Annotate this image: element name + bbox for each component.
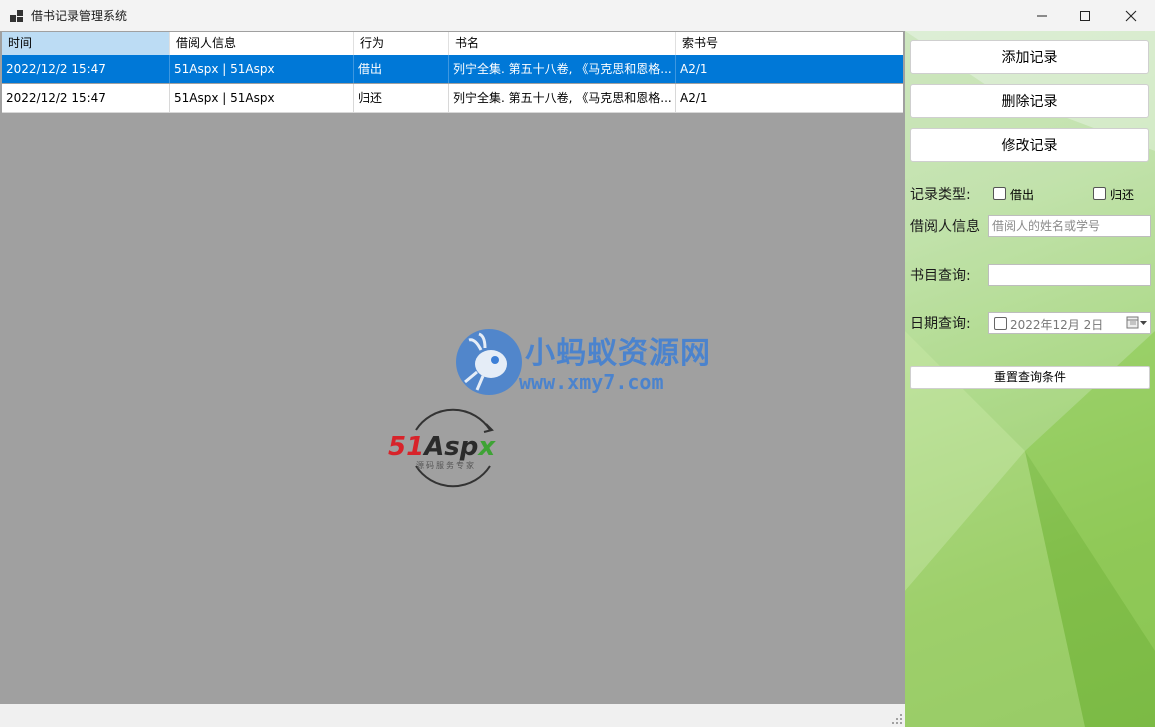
record-type-label: 记录类型: [910, 187, 971, 203]
borrower-input[interactable] [988, 215, 1151, 237]
minimize-button[interactable] [1019, 0, 1065, 31]
minimize-icon [1037, 15, 1047, 16]
return-checkbox[interactable] [1093, 187, 1106, 200]
borrow-checkbox-label[interactable]: 借出 [1010, 186, 1034, 203]
table-row[interactable]: 2022/12/2 15:47 51Aspx | 51Aspx 归还 列宁全集.… [2, 84, 903, 113]
return-checkbox-label[interactable]: 归还 [1110, 186, 1134, 203]
cell-borrower[interactable]: 51Aspx | 51Aspx [170, 55, 354, 83]
edit-record-button[interactable]: 修改记录 [910, 128, 1149, 162]
cell-callno[interactable]: A2/1 [676, 55, 903, 83]
delete-record-button[interactable]: 删除记录 [910, 84, 1149, 118]
cell-action[interactable]: 借出 [354, 55, 449, 83]
date-enable-checkbox[interactable] [994, 317, 1007, 330]
cell-time[interactable]: 2022/12/2 15:47 [2, 84, 170, 112]
watermark-site-url: www.xmy7.com [519, 370, 664, 394]
resize-grip-icon[interactable] [891, 713, 903, 725]
cell-borrower[interactable]: 51Aspx | 51Aspx [170, 84, 354, 112]
watermark-site-name: 小蚂蚁资源网 [525, 336, 711, 371]
control-panel: 添加记录 删除记录 修改记录 记录类型: 借出 归还 借阅人信息 书目查询: 日… [905, 31, 1155, 727]
reset-query-button[interactable]: 重置查询条件 [910, 366, 1150, 389]
status-bar [0, 704, 905, 727]
column-header-action[interactable]: 行为 [354, 32, 449, 55]
add-record-button[interactable]: 添加记录 [910, 40, 1149, 74]
close-button[interactable] [1108, 0, 1154, 31]
watermark-tagline: 源码服务专家 [416, 461, 476, 470]
ant-logo-icon [456, 329, 522, 395]
book-query-input[interactable] [988, 264, 1151, 286]
borrower-label: 借阅人信息 [910, 219, 980, 235]
title-bar: 借书记录管理系统 [0, 0, 1155, 31]
cell-book[interactable]: 列宁全集. 第五十八卷, 《马克思和恩格... [449, 55, 676, 83]
grid-header: 时间 借阅人信息 行为 书名 索书号 [2, 32, 903, 56]
cell-callno[interactable]: A2/1 [676, 84, 903, 112]
column-header-time[interactable]: 时间 [2, 32, 170, 55]
cell-time[interactable]: 2022/12/2 15:47 [2, 55, 170, 83]
app-icon [10, 10, 23, 22]
watermark-brand-51: 51 [388, 432, 425, 462]
cell-action[interactable]: 归还 [354, 84, 449, 112]
watermark-brand-asp: Asp [424, 432, 479, 462]
book-query-label: 书目查询: [910, 268, 971, 284]
window-title: 借书记录管理系统 [31, 9, 128, 23]
date-query-label: 日期查询: [910, 316, 971, 332]
column-header-callno[interactable]: 索书号 [676, 32, 903, 55]
cell-book[interactable]: 列宁全集. 第五十八卷, 《马克思和恩格... [449, 84, 676, 112]
date-picker[interactable]: 2022年12月 2日 [988, 312, 1151, 334]
watermark-brand: 51Aspx [388, 432, 495, 462]
column-header-book[interactable]: 书名 [449, 32, 676, 55]
column-header-borrower[interactable]: 借阅人信息 [170, 32, 354, 55]
close-icon [1125, 10, 1137, 21]
watermark-brand-x: x [478, 432, 496, 462]
date-value: 2022年12月 2日 [1010, 318, 1104, 332]
maximize-button[interactable] [1062, 0, 1108, 31]
table-row[interactable]: 2022/12/2 15:47 51Aspx | 51Aspx 借出 列宁全集.… [2, 55, 903, 83]
aspx-watermark: 51Aspx 源码服务专家 [386, 402, 516, 494]
borrow-checkbox[interactable] [993, 187, 1006, 200]
calendar-dropdown-icon[interactable] [1126, 316, 1148, 330]
xmy-watermark: 小蚂蚁资源网 www.xmy7.com [455, 328, 715, 398]
maximize-icon [1080, 10, 1090, 21]
records-grid[interactable]: 时间 借阅人信息 行为 书名 索书号 2022/12/2 15:47 51Asp… [0, 31, 905, 704]
